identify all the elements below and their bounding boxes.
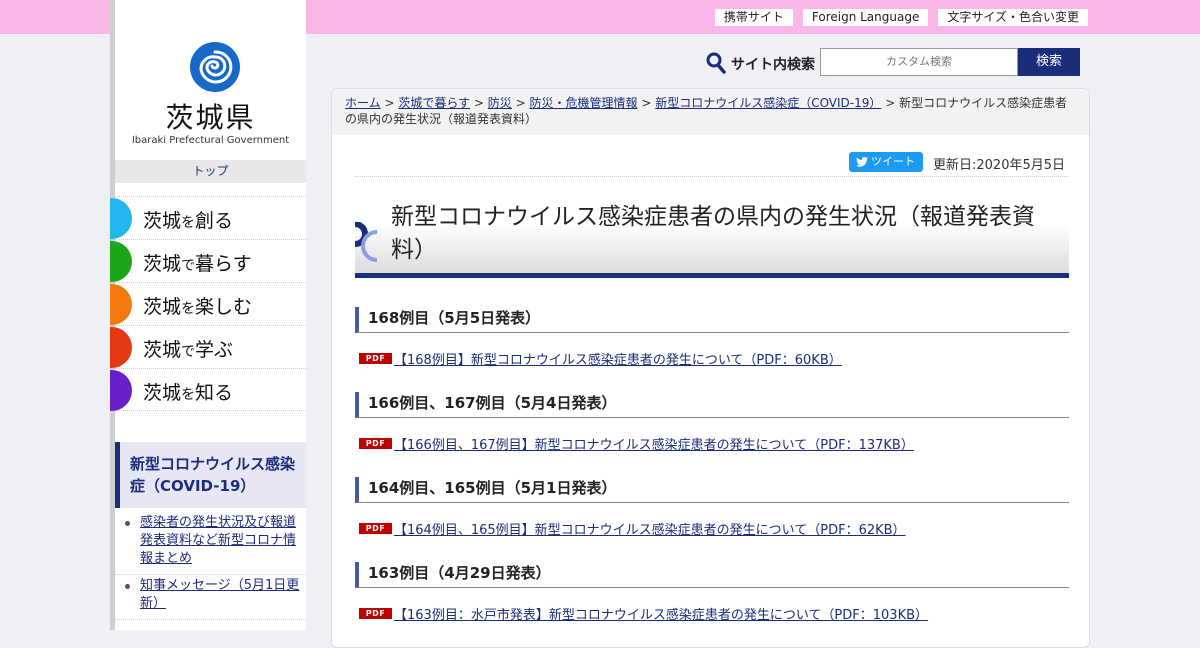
nav-color-marker	[110, 284, 132, 325]
section-heading: 163例目（4月29日発表）	[355, 562, 1069, 588]
report-section: 168例目（5月5日発表） PDF 【168例目】新型コロナウイルス感染症患者の…	[355, 307, 1069, 369]
covid-sub-list: 感染者の発生状況及び報道発表資料など新型コロナ情報まとめ 知事メッセージ（5月1…	[115, 512, 306, 620]
nav-color-marker	[110, 370, 132, 411]
search-icon	[706, 52, 726, 74]
logo-subtitle: Ibaraki Prefectural Government	[131, 135, 290, 146]
breadcrumb: ホーム > 茨城で暮らす > 防災 > 防災・危機管理情報 > 新型コロナウイル…	[332, 89, 1089, 135]
mobile-site-link[interactable]: 携帯サイト	[714, 9, 793, 26]
nav-color-marker	[110, 198, 132, 239]
pdf-row: PDF 【163例目：水戸市発表】新型コロナウイルス感染症患者の発生について（P…	[355, 604, 1069, 624]
pdf-link[interactable]: 【163例目：水戸市発表】新型コロナウイルス感染症患者の発生について（PDF：1…	[394, 604, 928, 623]
page-title-box: 新型コロナウイルス感染症患者の県内の発生状況（報道発表資料）	[354, 192, 1069, 278]
covid-section-heading[interactable]: 新型コロナウイルス感染症（COVID-19）	[115, 442, 306, 508]
list-item: 感染者の発生状況及び報道発表資料など新型コロナ情報まとめ	[115, 512, 306, 575]
pdf-link[interactable]: 【166例目、167例目】新型コロナウイルス感染症患者の発生について（PDF：1…	[394, 434, 914, 453]
sidebar: 茨城県 Ibaraki Prefectural Government トップ 茨…	[110, 0, 306, 630]
updated-date: 更新日:2020年5月5日	[933, 158, 1066, 173]
pdf-link[interactable]: 【168例目】新型コロナウイルス感染症患者の発生について（PDF：60KB）	[394, 349, 842, 368]
nav-label-particle: で	[181, 344, 196, 360]
nav-item-enjoy[interactable]: 茨城を楽しむ	[110, 282, 306, 325]
covid-summary-link[interactable]: 感染者の発生状況及び報道発表資料など新型コロナ情報まとめ	[140, 515, 296, 566]
foreign-language-link[interactable]: Foreign Language	[802, 9, 929, 26]
pdf-icon: PDF	[359, 438, 392, 449]
nav-label-pre: 茨城	[143, 296, 182, 318]
section-heading: 168例目（5月5日発表）	[355, 307, 1069, 333]
nav-item-live[interactable]: 茨城で暮らす	[110, 239, 306, 282]
nav-label-post: 知る	[195, 382, 234, 404]
nav-item-learn[interactable]: 茨城で学ぶ	[110, 325, 306, 368]
nav-label-particle: を	[181, 301, 196, 317]
nav-label-pre: 茨城	[143, 382, 182, 404]
breadcrumb-link-disaster[interactable]: 防災	[488, 96, 512, 110]
section-heading: 166例目、167例目（5月4日発表）	[355, 392, 1069, 418]
nav-label-particle: を	[181, 387, 196, 403]
title-decoration-icon	[354, 222, 378, 262]
tweet-button[interactable]: ツイート	[849, 152, 923, 172]
nav-color-marker	[110, 241, 132, 282]
search-label: サイト内検索	[731, 57, 815, 73]
nav-label-particle: を	[181, 215, 196, 231]
pdf-icon: PDF	[359, 353, 392, 364]
nav-label-post: 楽しむ	[195, 296, 253, 318]
governor-message-link[interactable]: 知事メッセージ（5月1日更新）	[140, 578, 299, 611]
report-section: 166例目、167例目（5月4日発表） PDF 【166例目、167例目】新型コ…	[355, 392, 1069, 454]
section-heading: 164例目、165例目（5月1日発表）	[355, 477, 1069, 503]
nav-item-create[interactable]: 茨城を創る	[110, 196, 306, 239]
breadcrumb-link-crisis[interactable]: 防災・危機管理情報	[529, 96, 637, 110]
logo-name: 茨城県	[165, 101, 256, 134]
report-section: 164例目、165例目（5月1日発表） PDF 【164例目、165例目】新型コ…	[355, 477, 1069, 539]
search-input[interactable]	[820, 48, 1018, 76]
breadcrumb-link-covid[interactable]: 新型コロナウイルス感染症（COVID-19）	[655, 96, 881, 110]
utility-links: 携帯サイト Foreign Language 文字サイズ・色合い変更	[714, 9, 1088, 26]
page-title: 新型コロナウイルス感染症患者の県内の発生状況（報道発表資料）	[391, 204, 1035, 263]
pdf-icon: PDF	[359, 608, 392, 619]
breadcrumb-link-live[interactable]: 茨城で暮らす	[398, 96, 470, 110]
pdf-row: PDF 【164例目、165例目】新型コロナウイルス感染症患者の発生について（P…	[355, 519, 1069, 539]
nav-label-post: 創る	[195, 210, 234, 232]
pdf-row: PDF 【166例目、167例目】新型コロナウイルス感染症患者の発生について（P…	[355, 434, 1069, 454]
tweet-label: ツイート	[871, 155, 915, 168]
nav-label-pre: 茨城	[143, 253, 182, 275]
text-size-color-link[interactable]: 文字サイズ・色合い変更	[938, 9, 1088, 26]
nav-label-post: 暮らす	[195, 253, 252, 275]
prefecture-emblem-icon	[190, 42, 240, 92]
main-content: ホーム > 茨城で暮らす > 防災 > 防災・危機管理情報 > 新型コロナウイル…	[331, 88, 1090, 648]
pdf-link[interactable]: 【164例目、165例目】新型コロナウイルス感染症患者の発生について（PDF：6…	[394, 519, 906, 538]
nav-label-particle: で	[181, 258, 196, 274]
list-item: 知事メッセージ（5月1日更新）	[115, 575, 306, 620]
breadcrumb-link-home[interactable]: ホーム	[345, 96, 381, 110]
top-page-link[interactable]: トップ	[115, 160, 306, 183]
divider	[355, 176, 1069, 177]
report-section: 163例目（4月29日発表） PDF 【163例目：水戸市発表】新型コロナウイル…	[355, 562, 1069, 624]
nav-label-pre: 茨城	[143, 339, 182, 361]
nav-label-pre: 茨城	[143, 210, 182, 232]
pdf-icon: PDF	[359, 523, 392, 534]
nav-label-post: 学ぶ	[195, 339, 234, 361]
main-nav: 茨城を創る 茨城で暮らす 茨城を楽しむ 茨城で学ぶ 茨城を知る	[110, 196, 306, 411]
search-button[interactable]: 検索	[1018, 48, 1080, 76]
site-logo[interactable]: 茨城県 Ibaraki Prefectural Government	[115, 0, 306, 160]
pdf-row: PDF 【168例目】新型コロナウイルス感染症患者の発生について（PDF：60K…	[355, 349, 1069, 369]
nav-item-know[interactable]: 茨城を知る	[110, 368, 306, 411]
nav-color-marker	[110, 327, 132, 368]
twitter-bird-icon	[856, 157, 868, 167]
